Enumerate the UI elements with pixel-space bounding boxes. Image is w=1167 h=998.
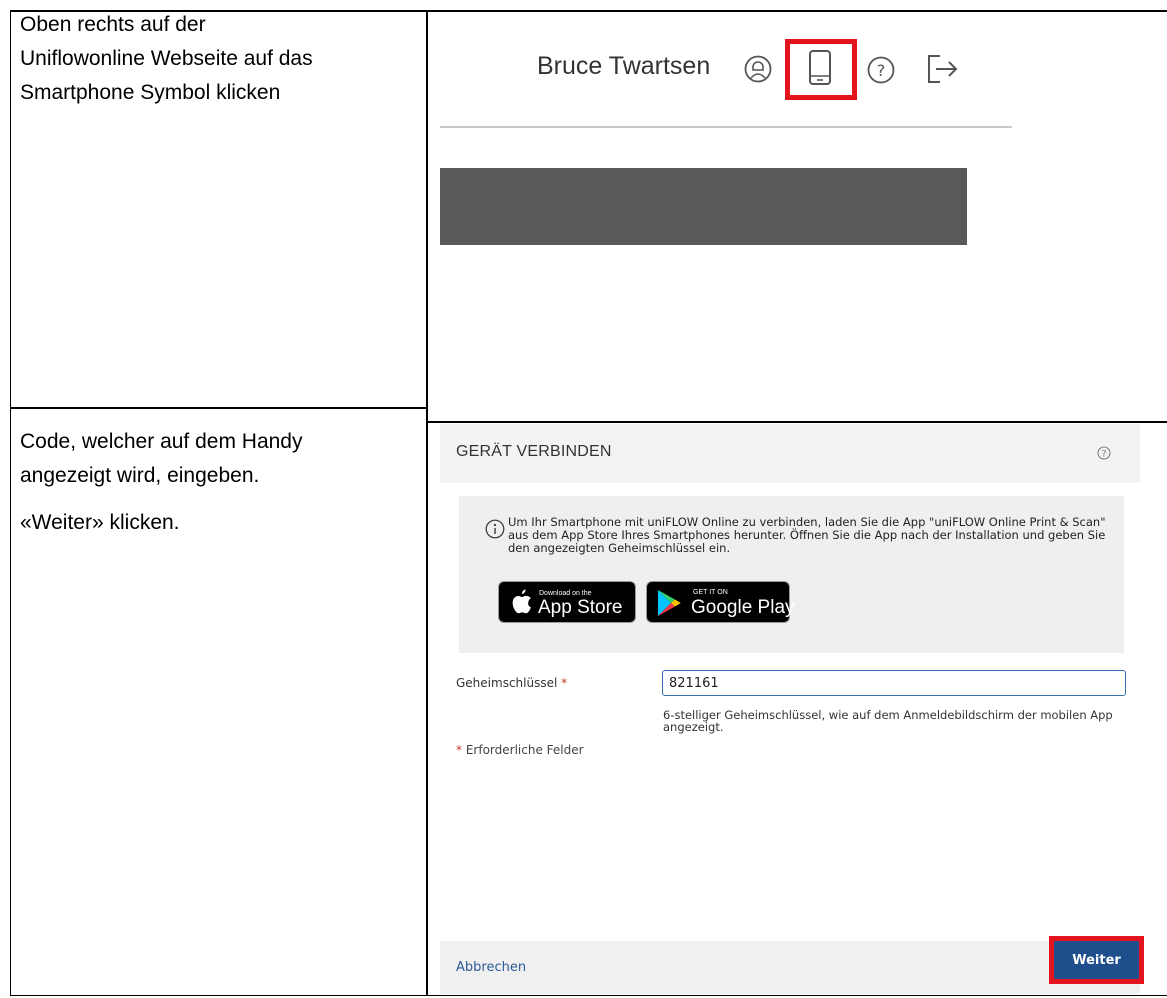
step-1-line-1: Oben rechts auf der — [20, 13, 206, 36]
google-play-badge[interactable]: GET IT ON Google Play — [646, 581, 795, 623]
step-2-line-2: angezeigt wird, eingeben. — [20, 464, 260, 487]
required-mark: * — [561, 676, 568, 690]
info-text: Um Ihr Smartphone mit uniFLOW Online zu … — [508, 515, 1106, 555]
step-2-instruction: Code, welcher auf dem Handy angezeigt wi… — [20, 425, 420, 540]
user-profile-icon[interactable] — [743, 54, 773, 89]
svg-text:?: ? — [1102, 450, 1107, 460]
app-store-big-text: App Store — [538, 597, 623, 618]
app-store-badge[interactable]: Download on the App Store — [498, 581, 636, 623]
google-play-big-text: Google Play — [691, 597, 795, 618]
cancel-link[interactable]: Abbrechen — [456, 960, 526, 975]
step-2-line-3: «Weiter» klicken. — [20, 511, 180, 534]
secret-key-input[interactable] — [662, 670, 1126, 696]
table-column-divider — [426, 10, 428, 996]
apple-icon — [510, 589, 532, 620]
secret-key-label-text: Geheimschlüssel — [456, 676, 558, 690]
google-play-small-text: GET IT ON — [693, 589, 728, 596]
redacted-area — [440, 168, 967, 245]
step-1-line-2: Uniflowonline Webseite auf das — [20, 47, 313, 70]
step-1-instruction: Oben rechts auf der Uniflowonline Websei… — [20, 8, 420, 110]
next-button[interactable]: Weiter — [1054, 941, 1139, 979]
required-note-text: Erforderliche Felder — [465, 743, 584, 757]
secret-key-label: Geheimschlüssel * — [456, 676, 567, 690]
required-note-mark: * — [456, 743, 462, 757]
svg-text:?: ? — [877, 61, 886, 80]
table-row-divider-right — [427, 421, 1167, 423]
header-separator — [440, 126, 1012, 128]
step-2-line-1: Code, welcher auf dem Handy — [20, 430, 303, 453]
logout-icon[interactable] — [926, 53, 960, 90]
user-name: Bruce Twartsen — [537, 52, 711, 80]
google-play-icon — [656, 589, 682, 622]
info-icon — [485, 519, 505, 544]
secret-key-hint: 6-stelliger Geheimschlüssel, wie auf dem… — [663, 708, 1113, 734]
help-icon[interactable]: ? — [1097, 446, 1111, 465]
step-1-line-3: Smartphone Symbol klicken — [20, 81, 281, 104]
dialog-title: GERÄT VERBINDEN — [456, 443, 612, 460]
smartphone-icon-highlight — [785, 39, 857, 100]
table-row-divider-left — [10, 407, 428, 409]
dialog-footer — [440, 941, 1140, 994]
help-icon[interactable]: ? — [866, 55, 896, 90]
required-fields-note: * Erforderliche Felder — [456, 743, 584, 757]
